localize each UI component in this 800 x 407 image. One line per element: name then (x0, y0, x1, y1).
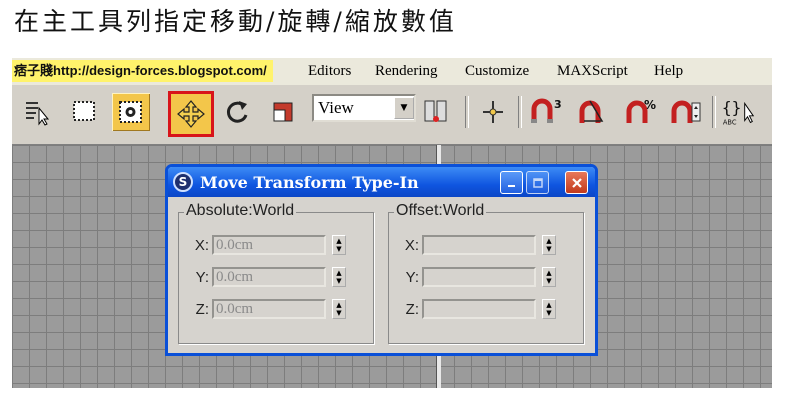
close-button[interactable] (565, 171, 588, 194)
watermark-banner: 痞子賤http://design-forces.blogspot.com/ (12, 60, 273, 82)
select-and-move-icon[interactable] (168, 91, 214, 137)
menu-rendering[interactable]: Rendering (375, 63, 437, 80)
main-toolbar: View ▼ 3 % {} ABC (12, 86, 772, 145)
offset-z-spinner[interactable]: ▲ ▼ (542, 299, 556, 319)
absolute-x-row: X: 0.0cm ▲ ▼ (189, 233, 346, 257)
snap-dimension-label: 3 (554, 98, 562, 111)
menu-help[interactable]: Help (654, 63, 683, 80)
move-transform-type-in-dialog: S Move Transform Type-In Absolute:World … (165, 164, 598, 356)
spinner-up-icon: ▲ (336, 237, 342, 245)
offset-z-row: Z: ▲ ▼ (399, 297, 556, 321)
maximize-icon (532, 177, 543, 188)
absolute-y-row: Y: 0.0cm ▲ ▼ (189, 265, 346, 289)
dropdown-value: View (318, 98, 354, 117)
named-sets-sub-label: ABC (723, 118, 737, 126)
spinner-down-icon: ▼ (546, 245, 552, 253)
spinner-up-icon: ▲ (336, 301, 342, 309)
axis-label: Z: (405, 300, 419, 318)
axis-label: Y: (405, 268, 419, 286)
spinner-up-icon: ▲ (546, 237, 552, 245)
offset-z-field[interactable] (422, 299, 536, 319)
page-heading: 在主工具列指定移動/旋轉/縮放數值 (14, 7, 457, 36)
minimize-button[interactable] (500, 171, 523, 194)
select-and-rotate-icon[interactable] (218, 93, 256, 131)
spinner-down-icon: ▼ (336, 277, 342, 285)
offset-y-row: Y: ▲ ▼ (399, 265, 556, 289)
absolute-y-spinner[interactable]: ▲ ▼ (332, 267, 346, 287)
3d-snap-toggle-icon[interactable]: 3 (526, 93, 564, 131)
spinner-up-icon: ▲ (336, 269, 342, 277)
max-logo-icon: S (173, 172, 193, 192)
edit-named-selection-sets-icon[interactable]: {} ABC (720, 93, 758, 131)
menu-editors[interactable]: Editors (308, 63, 351, 80)
dialog-titlebar[interactable]: S Move Transform Type-In (168, 167, 595, 197)
spinner-down-icon: ▼ (546, 309, 552, 317)
axis-label: Z: (195, 300, 209, 318)
offset-y-spinner[interactable]: ▲ ▼ (542, 267, 556, 287)
spinner-up-icon: ▲ (546, 269, 552, 277)
absolute-z-spinner[interactable]: ▲ ▼ (332, 299, 346, 319)
percent-snap-toggle-icon[interactable]: % (622, 93, 660, 131)
absolute-y-field[interactable]: 0.0cm (212, 267, 326, 287)
offset-x-row: X: ▲ ▼ (399, 233, 556, 257)
dialog-title: Move Transform Type-In (200, 173, 419, 192)
rectangular-selection-region-icon[interactable] (66, 93, 104, 131)
percent-label: % (644, 98, 656, 112)
menu-maxscript[interactable]: MAXScript (557, 63, 628, 80)
select-and-scale-icon[interactable] (264, 93, 302, 131)
axis-label: X: (194, 236, 209, 254)
offset-y-field[interactable] (422, 267, 536, 287)
select-by-name-icon[interactable] (18, 93, 56, 131)
spinner-snap-toggle-icon[interactable] (668, 93, 706, 131)
axis-label: Y: (195, 268, 209, 286)
axis-label: X: (404, 236, 419, 254)
reference-coordinate-system-dropdown[interactable]: View ▼ (312, 94, 416, 122)
offset-x-spinner[interactable]: ▲ ▼ (542, 235, 556, 255)
maximize-button[interactable] (526, 171, 549, 194)
named-sets-braces: {} (722, 98, 741, 117)
absolute-world-group: Absolute:World X: 0.0cm ▲ ▼ Y: 0.0cm ▲ ▼ Z… (178, 202, 374, 344)
minimize-icon (507, 184, 515, 187)
spinner-down-icon: ▼ (336, 309, 342, 317)
offset-world-group: Offset:World X: ▲ ▼ Y: ▲ ▼ Z: ▲ ▼ (388, 202, 584, 344)
spinner-up-icon: ▲ (546, 301, 552, 309)
spinner-down-icon: ▼ (336, 245, 342, 253)
absolute-z-row: Z: 0.0cm ▲ ▼ (189, 297, 346, 321)
absolute-x-field[interactable]: 0.0cm (212, 235, 326, 255)
toolbar-separator (518, 96, 522, 128)
absolute-x-spinner[interactable]: ▲ ▼ (332, 235, 346, 255)
toolbar-separator (465, 96, 469, 128)
absolute-z-field[interactable]: 0.0cm (212, 299, 326, 319)
toolbar-separator (712, 96, 716, 128)
menu-bar: Editors Rendering Customize MAXScript He… (12, 58, 772, 86)
absolute-world-label: Absolute:World (184, 202, 297, 220)
chevron-down-icon: ▼ (394, 97, 414, 119)
use-pivot-point-center-icon[interactable] (417, 93, 455, 131)
offset-world-label: Offset:World (394, 202, 487, 220)
angle-snap-toggle-icon[interactable] (574, 93, 612, 131)
window-crossing-toggle-icon[interactable] (112, 93, 150, 131)
menu-customize[interactable]: Customize (465, 63, 529, 80)
select-and-manipulate-icon[interactable] (474, 93, 512, 131)
offset-x-field[interactable] (422, 235, 536, 255)
spinner-down-icon: ▼ (546, 277, 552, 285)
close-icon (571, 177, 582, 188)
